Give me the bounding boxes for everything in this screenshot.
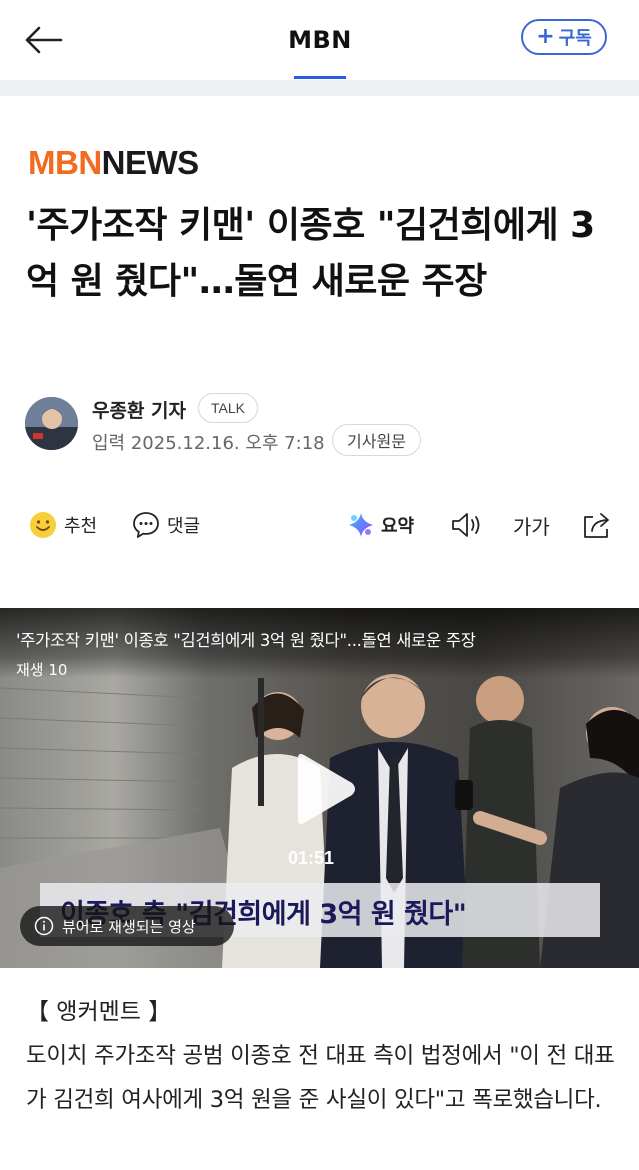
- arrow-left-icon: [25, 26, 63, 54]
- reporter-avatar[interactable]: [25, 397, 78, 450]
- subscribe-label: 구독: [558, 28, 592, 49]
- video-duration: 01:51: [288, 848, 335, 868]
- font-size-label: 가가: [513, 514, 550, 539]
- recommend-label: 추천: [64, 516, 98, 537]
- video-player[interactable]: '주가조작 키맨' 이종호 "김건희에게 3억 원 줬다"...돌연 새로운 주…: [0, 608, 639, 968]
- article-headline: '주가조작 키맨' 이종호 "김건희에게 3억 원 줬다"…돌연 새로운 주장: [26, 205, 595, 302]
- plus-icon: +: [536, 24, 555, 49]
- article-body: 도이치 주가조작 공범 이종호 전 대표 측이 법정에서 "이 전 대표가 김건…: [26, 1043, 615, 1113]
- sparkle-icon: [349, 513, 373, 537]
- publish-date: 입력 2025.12.16. 오후 7:18: [92, 433, 325, 454]
- active-tab-indicator: [294, 76, 346, 79]
- comment-button[interactable]: 댓글: [131, 510, 200, 540]
- talk-button[interactable]: TALK: [198, 393, 258, 423]
- avatar-photo: [25, 397, 78, 450]
- info-icon: [34, 916, 54, 936]
- top-bar: MBN + 구독: [0, 0, 639, 80]
- video-title: '주가조작 키맨' 이종호 "김건희에게 3억 원 줬다"...돌연 새로운 주…: [16, 631, 476, 650]
- smile-icon: [30, 512, 56, 538]
- divider-band: [0, 80, 639, 96]
- subscribe-button[interactable]: + 구독: [521, 19, 607, 55]
- share-button[interactable]: [580, 510, 612, 540]
- speaker-icon: [452, 513, 480, 537]
- summary-button[interactable]: 요약: [347, 510, 414, 540]
- play-icon[interactable]: [288, 752, 358, 826]
- back-button[interactable]: [20, 20, 66, 60]
- viewer-notice-label: 뷰어로 재생되는 영상: [62, 917, 196, 936]
- recommend-button[interactable]: 추천: [28, 510, 97, 540]
- anchor-tag: 【 앵커멘트 】: [26, 999, 172, 1025]
- summary-label: 요약: [381, 516, 415, 537]
- reporter-name[interactable]: 우종환 기자: [92, 396, 186, 423]
- share-icon: [584, 513, 609, 538]
- font-size-button[interactable]: 가가: [513, 510, 550, 540]
- viewer-notice[interactable]: 뷰어로 재생되는 영상: [20, 906, 234, 946]
- source-logo[interactable]: MBNNEWS: [28, 146, 199, 179]
- original-article-button[interactable]: 기사원문: [332, 424, 421, 456]
- brand-tab[interactable]: MBN: [270, 0, 370, 80]
- play-count: 재생 10: [16, 661, 68, 679]
- tts-button[interactable]: [450, 510, 484, 540]
- comment-icon: [133, 512, 159, 538]
- comment-label: 댓글: [167, 516, 201, 537]
